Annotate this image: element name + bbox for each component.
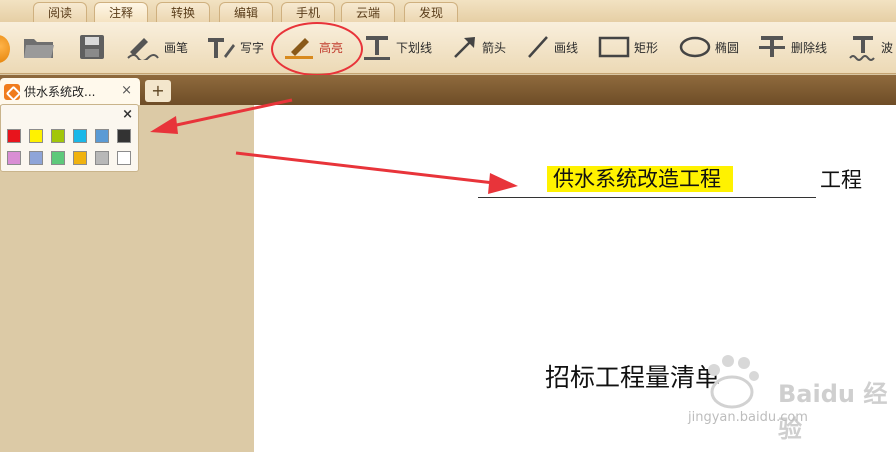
tab-cloud[interactable]: 云端: [341, 2, 396, 22]
folder-icon: [24, 39, 54, 58]
rectangle-tool-button[interactable]: 矩形: [598, 30, 658, 64]
pdf-document-icon: [4, 83, 20, 100]
tab-discover[interactable]: 发现: [404, 2, 459, 22]
line-icon: [528, 36, 548, 58]
close-tab-icon[interactable]: ×: [121, 83, 132, 98]
pen-icon: [127, 38, 159, 60]
watermark-url: jingyan.baidu.com: [688, 410, 808, 425]
color-swatch[interactable]: [7, 129, 21, 143]
color-swatch[interactable]: [73, 129, 87, 143]
baidu-watermark: Baidu 经验 jingyan.baidu.com: [688, 352, 896, 443]
text-pen-icon: [208, 38, 235, 58]
menu-bar: 阅读 注释 转换 编辑 手机 云端 发现: [0, 0, 896, 22]
annotation-toolbar: 画笔 写字 高亮 下划线 箭头 画线 矩形 椭圆 删除线 波: [0, 22, 896, 74]
color-swatch[interactable]: [95, 151, 109, 165]
tab-read[interactable]: 阅读: [33, 2, 88, 22]
strikethrough-icon: [759, 36, 785, 57]
color-swatch[interactable]: [7, 151, 21, 165]
tab-edit[interactable]: 编辑: [219, 2, 274, 22]
wave-underline-icon: [849, 36, 875, 61]
tab-convert[interactable]: 转换: [156, 2, 211, 22]
watermark-brand: Baidu 经验: [778, 380, 888, 443]
color-palette-popup: ×: [0, 104, 139, 172]
color-swatch[interactable]: [51, 129, 65, 143]
highlight-callout-circle: [271, 22, 363, 76]
write-tool-button[interactable]: 写字: [206, 30, 264, 64]
wave-tool-button[interactable]: 波: [849, 30, 893, 64]
document-tab-title: 供水系统改...: [24, 85, 96, 99]
strikethrough-tool-label: 删除线: [791, 40, 828, 55]
pen-tool-button[interactable]: 画笔: [126, 30, 188, 64]
color-swatch[interactable]: [117, 129, 131, 143]
write-tool-label: 写字: [240, 40, 265, 55]
ellipse-tool-button[interactable]: 椭圆: [679, 30, 739, 64]
color-swatch[interactable]: [73, 151, 87, 165]
close-palette-icon[interactable]: ×: [122, 107, 133, 122]
arrow-tool-button[interactable]: 箭头: [452, 30, 506, 64]
title-underline: [478, 197, 816, 198]
highlighted-title-text[interactable]: 供水系统改造工程: [547, 166, 733, 192]
tab-mobile[interactable]: 手机: [281, 2, 336, 22]
underline-icon: [364, 36, 390, 60]
pen-tool-label: 画笔: [164, 40, 189, 55]
ellipse-tool-label: 椭圆: [715, 40, 740, 55]
strikethrough-tool-button[interactable]: 删除线: [757, 30, 827, 64]
save-icon: [80, 35, 104, 59]
wave-tool-label: 波: [881, 40, 894, 55]
open-folder-button[interactable]: [22, 30, 56, 64]
new-tab-button[interactable]: +: [145, 80, 171, 102]
document-tab-strip: 供水系统改... × +: [0, 75, 896, 105]
arrow-tool-label: 箭头: [482, 40, 507, 55]
color-swatch[interactable]: [51, 151, 65, 165]
line-tool-button[interactable]: 画线: [526, 30, 578, 64]
color-swatch[interactable]: [117, 151, 131, 165]
tab-annotate[interactable]: 注释: [94, 2, 149, 22]
color-swatch[interactable]: [95, 129, 109, 143]
color-swatch[interactable]: [29, 151, 43, 165]
line-tool-label: 画线: [554, 40, 579, 55]
underline-tool-label: 下划线: [396, 40, 433, 55]
document-tab[interactable]: 供水系统改... ×: [0, 78, 140, 105]
app-logo-icon[interactable]: [0, 35, 10, 63]
save-button[interactable]: [78, 30, 106, 64]
rectangle-tool-label: 矩形: [634, 40, 659, 55]
rectangle-icon: [598, 36, 630, 58]
ellipse-icon: [679, 36, 711, 58]
title-trailing-text: 工程: [820, 168, 862, 192]
baidu-paw-icon: [708, 355, 759, 409]
underline-tool-button[interactable]: 下划线: [362, 30, 432, 64]
arrow-icon: [454, 37, 475, 58]
color-swatch[interactable]: [29, 129, 43, 143]
